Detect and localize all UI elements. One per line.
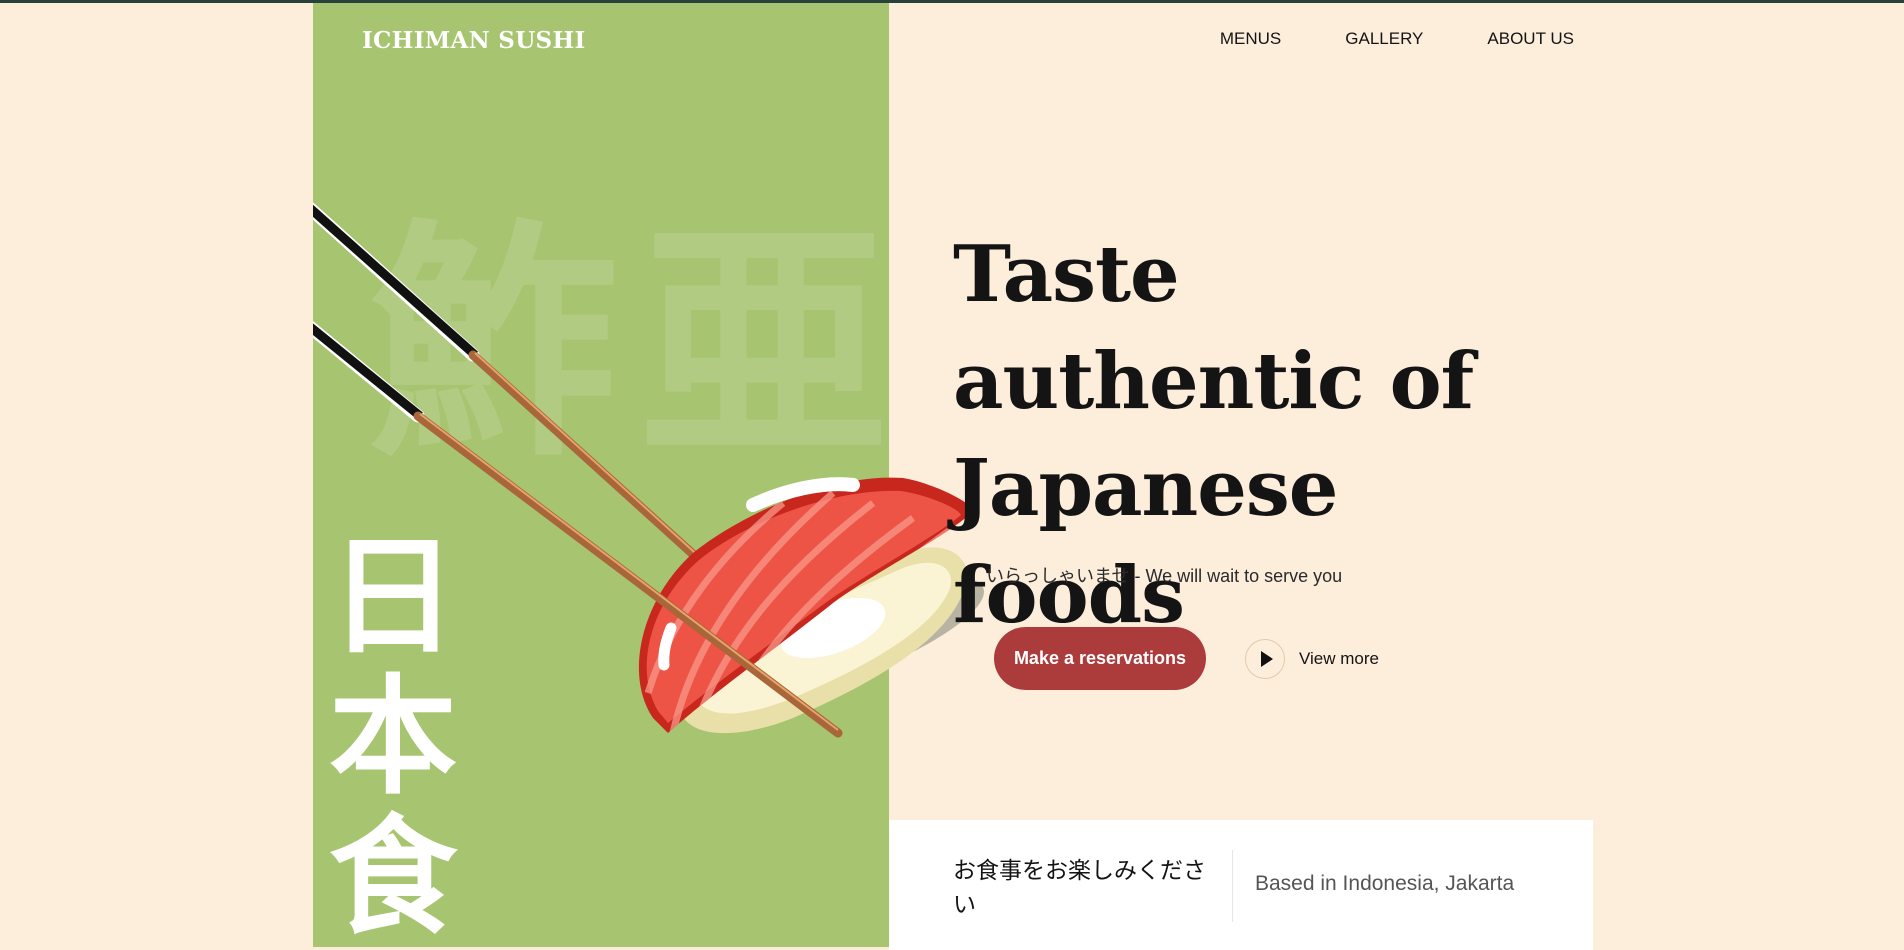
chopstick-upper — [313, 202, 763, 618]
top-nav: MENUS GALLERY ABOUT US — [1220, 29, 1574, 49]
make-reservation-button[interactable]: Make a reservations — [994, 627, 1206, 690]
view-more-link[interactable]: View more — [1245, 639, 1379, 679]
nav-item-menus[interactable]: MENUS — [1220, 29, 1281, 49]
info-card: お食事をお楽しみください Based in Indonesia, Jakarta — [889, 820, 1593, 950]
info-divider — [1232, 850, 1233, 922]
play-icon — [1261, 651, 1273, 667]
nav-item-gallery[interactable]: GALLERY — [1345, 29, 1423, 49]
view-more-label[interactable]: View more — [1299, 649, 1379, 669]
nav-item-about-us[interactable]: ABOUT US — [1487, 29, 1574, 49]
play-button[interactable] — [1245, 639, 1285, 679]
location-text: Based in Indonesia, Jakarta — [1255, 872, 1515, 895]
sushi-piece — [638, 477, 984, 734]
info-japanese-text: お食事をお楽しみください — [953, 858, 1206, 918]
hero-subtitle: いらっしゃいませ - We will wait to serve you — [986, 566, 1343, 586]
sushi-chopsticks-illustration — [313, 202, 984, 738]
brand-logo[interactable]: ICHIMAN SUSHI — [362, 27, 586, 54]
